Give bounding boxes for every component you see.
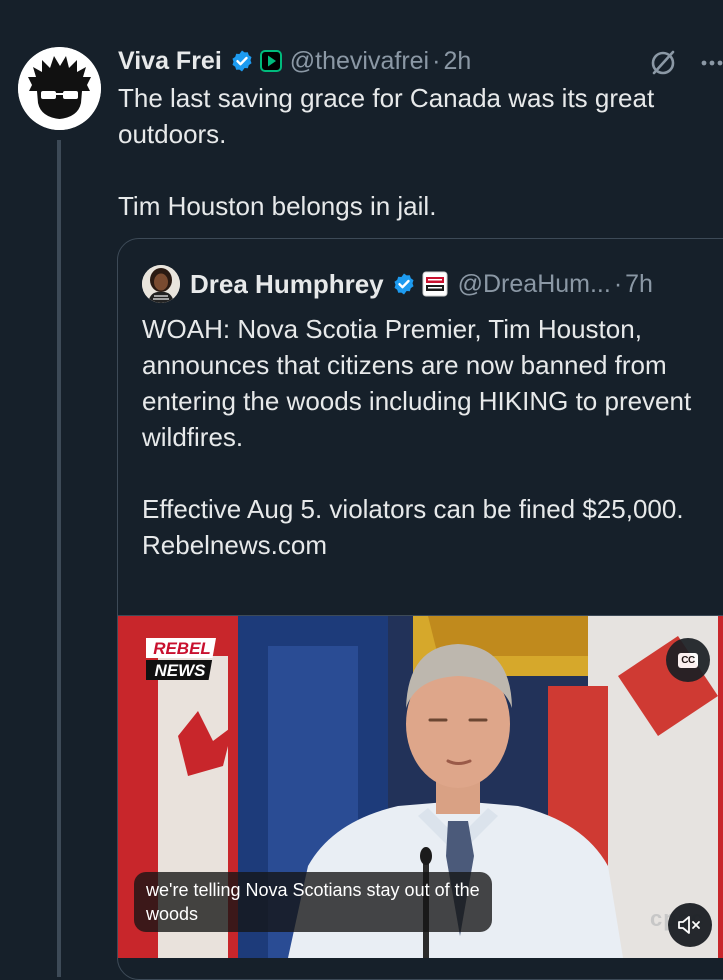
green-play-badge-icon[interactable] xyxy=(259,50,282,72)
author-handle[interactable]: @thevivafrei xyxy=(290,47,429,76)
video-caption: we're telling Nova Scotians stay out of … xyxy=(134,872,492,932)
author-avatar[interactable] xyxy=(18,47,101,130)
verified-badge-icon[interactable] xyxy=(230,49,254,73)
svg-text:REBEL: REBEL xyxy=(153,639,211,658)
quote-author-avatar[interactable] xyxy=(142,265,180,303)
grok-icon[interactable] xyxy=(648,48,678,78)
mute-button[interactable] xyxy=(668,903,712,947)
verified-badge-icon[interactable] xyxy=(392,272,416,296)
separator-dot: · xyxy=(432,46,441,75)
quote-time[interactable]: 7h xyxy=(625,270,653,299)
svg-text:NEWS: NEWS xyxy=(155,661,207,680)
quote-author-handle[interactable]: @DreaHum... xyxy=(458,270,611,299)
quote-text: WOAH: Nova Scotia Premier, Tim Houston, … xyxy=(142,314,692,560)
cc-icon: CC xyxy=(678,652,698,668)
tweet-text: The last saving grace for Canada was its… xyxy=(118,83,655,221)
speaker-muted-icon xyxy=(678,916,700,934)
quoted-tweet-card[interactable]: Drea Humphrey @DreaHum... · 7h WOAH: Nov… xyxy=(117,238,723,980)
rebel-news-badge-icon[interactable] xyxy=(422,271,448,297)
author-name[interactable]: Viva Frei xyxy=(118,47,222,76)
thread-connector-line xyxy=(57,140,61,977)
video-player[interactable]: REBEL NEWS CC we're telling Nova Scotian… xyxy=(118,615,723,958)
wild-hair-sunglasses-avatar-icon xyxy=(18,47,101,130)
quote-header: Drea Humphrey @DreaHum... · 7h xyxy=(190,267,653,301)
quote-avatar-image-icon xyxy=(142,265,180,303)
rebel-news-logo: REBEL NEWS xyxy=(146,638,216,680)
author-header: Viva Frei @thevivafrei · 2h xyxy=(118,44,471,78)
more-dots-icon[interactable] xyxy=(697,53,723,73)
closed-captions-button[interactable]: CC xyxy=(666,638,710,682)
quote-author-name[interactable]: Drea Humphrey xyxy=(190,269,384,300)
post-time[interactable]: 2h xyxy=(443,47,471,76)
separator-dot: · xyxy=(613,269,623,298)
